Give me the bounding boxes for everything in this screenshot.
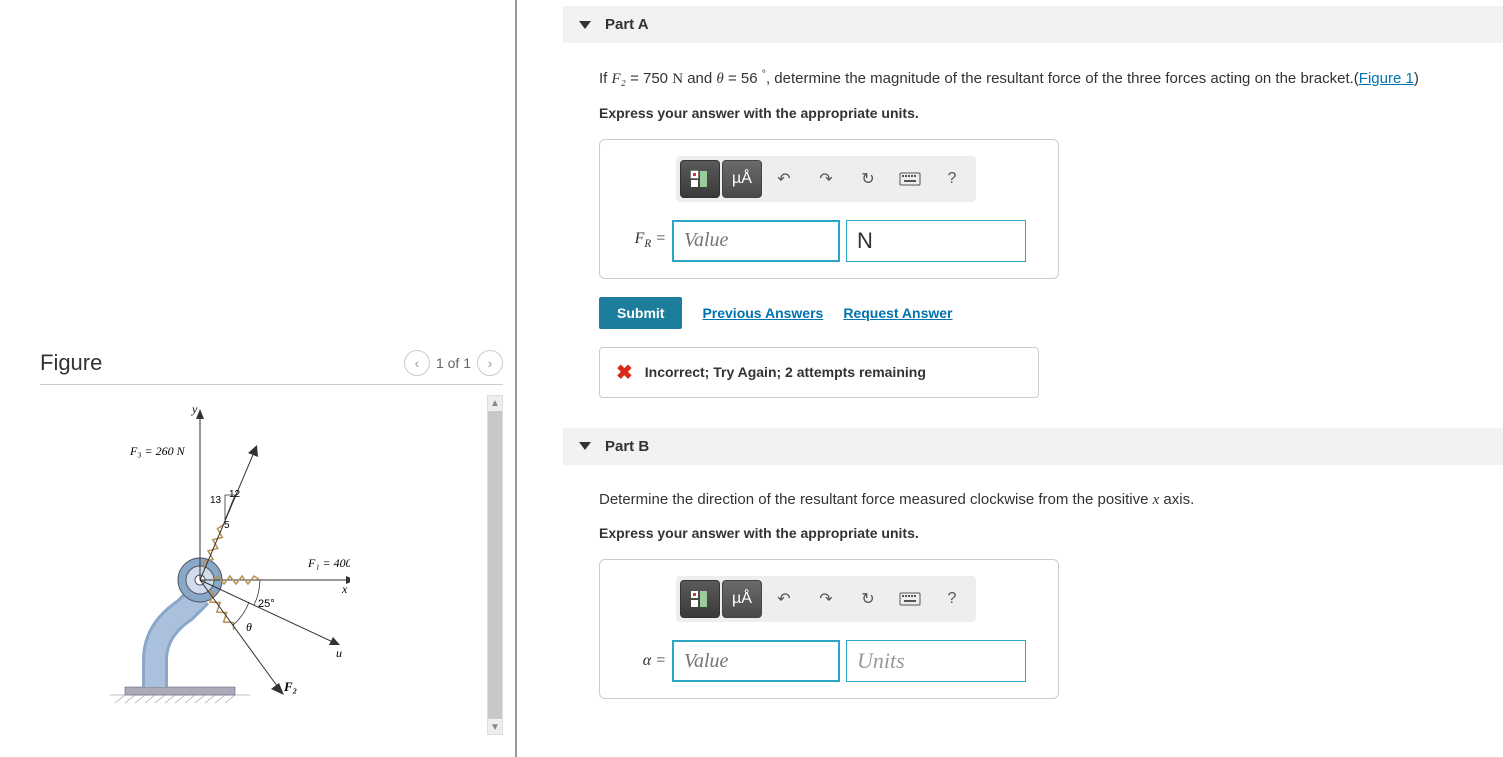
help-button[interactable]: ? [932,580,972,618]
undo-button[interactable]: ↶ [764,580,804,618]
caret-down-icon [579,21,591,29]
help-button[interactable]: ? [932,160,972,198]
scroll-thumb[interactable] [488,411,502,719]
figure-title: Figure [40,350,102,376]
figure-scrollbar[interactable]: ▲ ▼ [487,395,503,735]
part-b-value-input[interactable] [672,640,840,682]
part-a-header[interactable]: Part A [563,6,1503,43]
figure-diagram: y x F₁ = 400 N F₃ = 260 N [40,395,350,715]
feedback-text: Incorrect; Try Again; 2 attempts remaini… [645,364,926,380]
part-a-previous-answers-link[interactable]: Previous Answers [702,305,823,321]
svg-text:5: 5 [224,520,230,531]
scroll-up-icon[interactable]: ▲ [488,396,502,410]
part-b-title: Part B [605,438,649,455]
svg-text:F₁ = 400 N: F₁ = 400 N [307,556,350,570]
svg-text:F₂: F₂ [283,679,297,694]
part-b-variable-label: α = [618,652,666,670]
svg-text:12: 12 [229,489,241,500]
incorrect-icon: ✖ [616,360,633,385]
part-a-feedback: ✖ Incorrect; Try Again; 2 attempts remai… [599,347,1039,398]
part-a-variable-label: FR = [618,230,666,250]
part-a-title: Part A [605,16,649,33]
reset-button[interactable]: ↻ [848,160,888,198]
figure-nav: ‹ 1 of 1 › [404,350,503,376]
template-picker-button[interactable] [680,580,720,618]
part-a-instruction: Express your answer with the appropriate… [599,105,1483,121]
part-a-answer-box: µÅ ↶ ↷ ↻ ? FR = N [599,139,1059,279]
svg-text:θ: θ [246,620,252,634]
units-button[interactable]: µÅ [722,160,762,198]
keyboard-button[interactable] [890,160,930,198]
part-a-value-input[interactable] [672,220,840,262]
template-picker-button[interactable] [680,160,720,198]
part-a-submit-button[interactable]: Submit [599,297,682,329]
svg-text:F₃ = 260 N: F₃ = 260 N [129,444,186,458]
scroll-down-icon[interactable]: ▼ [488,720,502,734]
part-b-toolbar: µÅ ↶ ↷ ↻ ? [676,576,976,622]
figure-prev-button[interactable]: ‹ [404,350,430,376]
figure-next-button[interactable]: › [477,350,503,376]
part-a-toolbar: µÅ ↶ ↷ ↻ ? [676,156,976,202]
redo-button[interactable]: ↷ [806,580,846,618]
part-b-header[interactable]: Part B [563,428,1503,465]
svg-text:u: u [336,646,342,660]
svg-text:x: x [341,582,348,596]
figure-pane: Figure ‹ 1 of 1 › [0,0,515,757]
part-a: Part A If F₂ = 750 N and θ = 56 °, deter… [563,6,1503,398]
question-pane: Part A If F₂ = 750 N and θ = 56 °, deter… [517,0,1503,757]
svg-text:y: y [191,402,198,416]
figure-counter: 1 of 1 [436,355,471,371]
undo-button[interactable]: ↶ [764,160,804,198]
part-a-units-input[interactable]: N [846,220,1026,262]
reset-button[interactable]: ↻ [848,580,888,618]
units-button[interactable]: µÅ [722,580,762,618]
caret-down-icon [579,442,591,450]
part-b-units-input[interactable]: Units [846,640,1026,682]
svg-text:13: 13 [210,495,222,506]
part-b-instruction: Express your answer with the appropriate… [599,525,1483,541]
part-b: Part B Determine the direction of the re… [563,428,1503,700]
part-b-answer-box: µÅ ↶ ↷ ↻ ? α = Units [599,559,1059,699]
figure-1-link[interactable]: Figure 1 [1359,70,1414,87]
part-a-request-answer-link[interactable]: Request Answer [843,305,952,321]
redo-button[interactable]: ↷ [806,160,846,198]
keyboard-button[interactable] [890,580,930,618]
part-a-prompt: If F₂ = 750 N and θ = 56 °, determine th… [599,67,1483,91]
part-b-prompt: Determine the direction of the resultant… [599,489,1483,512]
svg-text:25°: 25° [258,598,275,610]
